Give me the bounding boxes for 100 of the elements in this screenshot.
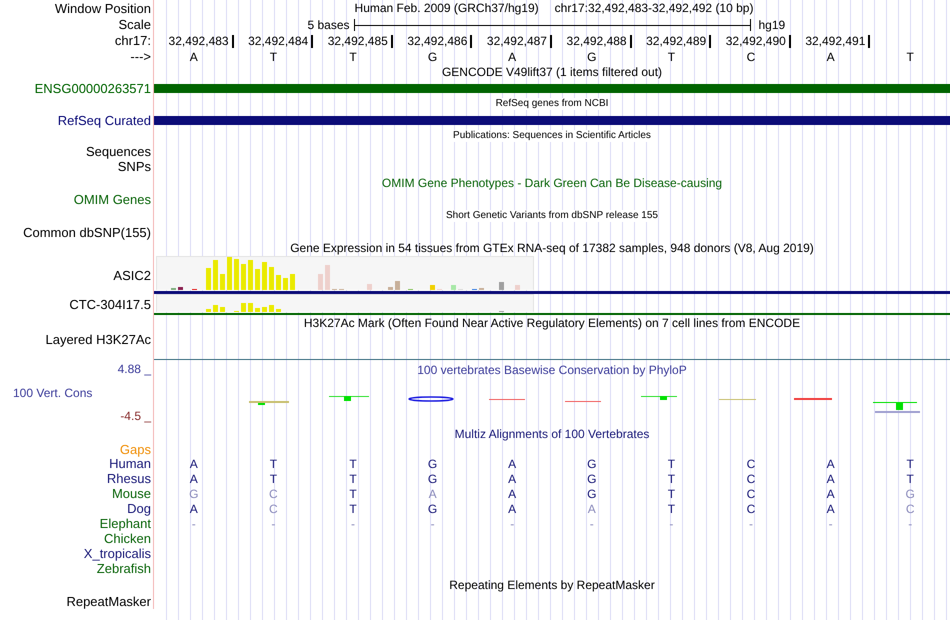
track-label[interactable]: ---> [130,48,151,64]
track-label[interactable]: 100 Vert. Cons [0,386,92,400]
aligned-base: A [826,486,835,500]
tick-mark [232,34,234,48]
track-title: H3K27Ac Mark (Often Found Near Active Regulatory Elements) on 7 cell lines from ENCODE [304,316,800,330]
ruler-position: 32,492,488 [566,33,627,50]
track-label[interactable]: Sequences [86,144,151,159]
track-label[interactable]: Layered H3K27Ac [45,332,151,347]
aligned-base: - [590,516,594,530]
base-letter: A [826,49,835,66]
gene-bar[interactable] [154,116,950,124]
track-label[interactable]: Elephant [100,516,151,531]
axis-max-label: 4.88 _ [118,362,151,377]
aligned-base: A [588,502,596,516]
ruler-position: 32,492,487 [486,33,547,50]
aligned-base: T [668,486,676,500]
track-label[interactable]: ASIC2 [113,268,151,282]
tick-mark [470,34,472,48]
aligned-base: T [349,472,357,486]
base-letter: G [428,49,438,66]
base-letter: T [270,49,278,66]
track-label[interactable]: SNPs [118,159,151,174]
track-label[interactable]: Scale [118,16,151,32]
aligned-base: - [908,516,912,530]
track-title: Multiz Alignments of 100 Vertebrates [454,427,650,441]
aligned-base: A [826,502,835,516]
ruler-position: 32,492,489 [646,33,706,50]
track-label[interactable]: Window Position [54,0,151,16]
track-label[interactable]: Common dbSNP(155) [23,224,151,240]
aligned-base: - [350,516,355,530]
aligned-base: G [428,456,438,470]
ruler-position: 32,492,484 [248,33,308,50]
aligned-base: G [428,502,438,516]
aligned-base: C [746,502,756,516]
ruler-position: 32,492,491 [805,33,866,50]
axis-min-label: -4.5 _ [120,409,151,424]
gene-bar[interactable] [154,84,950,92]
aligned-base: A [190,502,198,516]
aligned-base: A [508,456,516,470]
aligned-base: - [430,516,435,530]
aligned-base: T [270,456,278,470]
base-letter: C [746,49,756,66]
aligned-base: A [190,456,198,470]
scale-size: 5 bases [307,17,350,34]
aligned-base: T [668,456,676,470]
aligned-base: C [746,472,756,486]
track-title: OMIM Gene Phenotypes - Dark Green Can Be Disease-causing [382,176,722,190]
track-label[interactable]: RefSeq Curated [58,112,151,128]
scale-assembly: hg19 [758,17,786,34]
tick-mark [788,34,791,48]
base-letter: G [587,49,596,66]
base-letter: A [508,49,516,66]
aligned-base: C [269,486,278,500]
track-label[interactable]: OMIM Genes [74,192,151,206]
track-label[interactable]: Human [109,456,151,471]
track-title: Short Genetic Variants from dbSNP release 155 [446,210,658,222]
aligned-base: - [828,516,833,530]
aligned-base: G [587,456,596,470]
tick-mark [390,34,393,48]
track-title: Publications: Sequences in Scientific Articles [453,130,651,142]
tick-mark [868,34,870,48]
tick-mark [709,34,712,48]
track-label[interactable]: RepeatMasker [66,594,151,608]
ruler-position: 32,492,486 [407,33,468,50]
ruler-position: 32,492,485 [328,33,388,50]
track-label[interactable]: Dog [127,501,151,516]
track-title: GENCODE V49lift37 (1 items filtered out) [442,65,662,79]
base-letter: A [190,49,198,66]
aligned-base: T [270,472,278,486]
aligned-base: G [189,486,198,500]
aligned-base: A [428,486,437,500]
aligned-base: A [190,472,198,486]
track-label[interactable]: Chicken [104,531,151,546]
track-label[interactable]: ENSG00000263571 [34,80,151,96]
base-letter: T [349,49,357,66]
ruler-position: 32,492,490 [726,33,786,50]
track-title: Gene Expression in 54 tissues from GTEx RNA-seq of 17382 samples, 948 donors (V8, Aug 2019) [290,241,814,255]
aligned-base: A [508,502,516,516]
aligned-base: G [428,472,438,486]
aligned-base: A [508,486,516,500]
aligned-base: T [668,472,676,486]
tick-mark [630,34,632,48]
aligned-base: C [746,486,756,500]
aligned-base: T [668,502,676,516]
track-label[interactable]: Rhesus [106,471,151,486]
track-label[interactable]: Zebrafish [96,561,151,576]
tick-mark [550,34,552,48]
aligned-base: C [906,502,915,516]
base-letter: T [668,49,676,66]
aligned-base: A [508,472,516,486]
track-label[interactable]: CTC-304I17.5 [69,297,151,312]
aligned-base: C [746,456,756,470]
aligned-base: G [587,486,596,500]
track-title: RefSeq genes from NCBI [496,98,608,110]
track-label[interactable]: chr17: [114,32,151,48]
track-label[interactable]: X_tropicalis [84,546,151,561]
track-label[interactable]: Mouse [112,486,151,501]
track-title: Repeating Elements by RepeatMasker [449,578,655,592]
aligned-base: - [271,516,276,530]
aligned-base: T [349,486,357,500]
